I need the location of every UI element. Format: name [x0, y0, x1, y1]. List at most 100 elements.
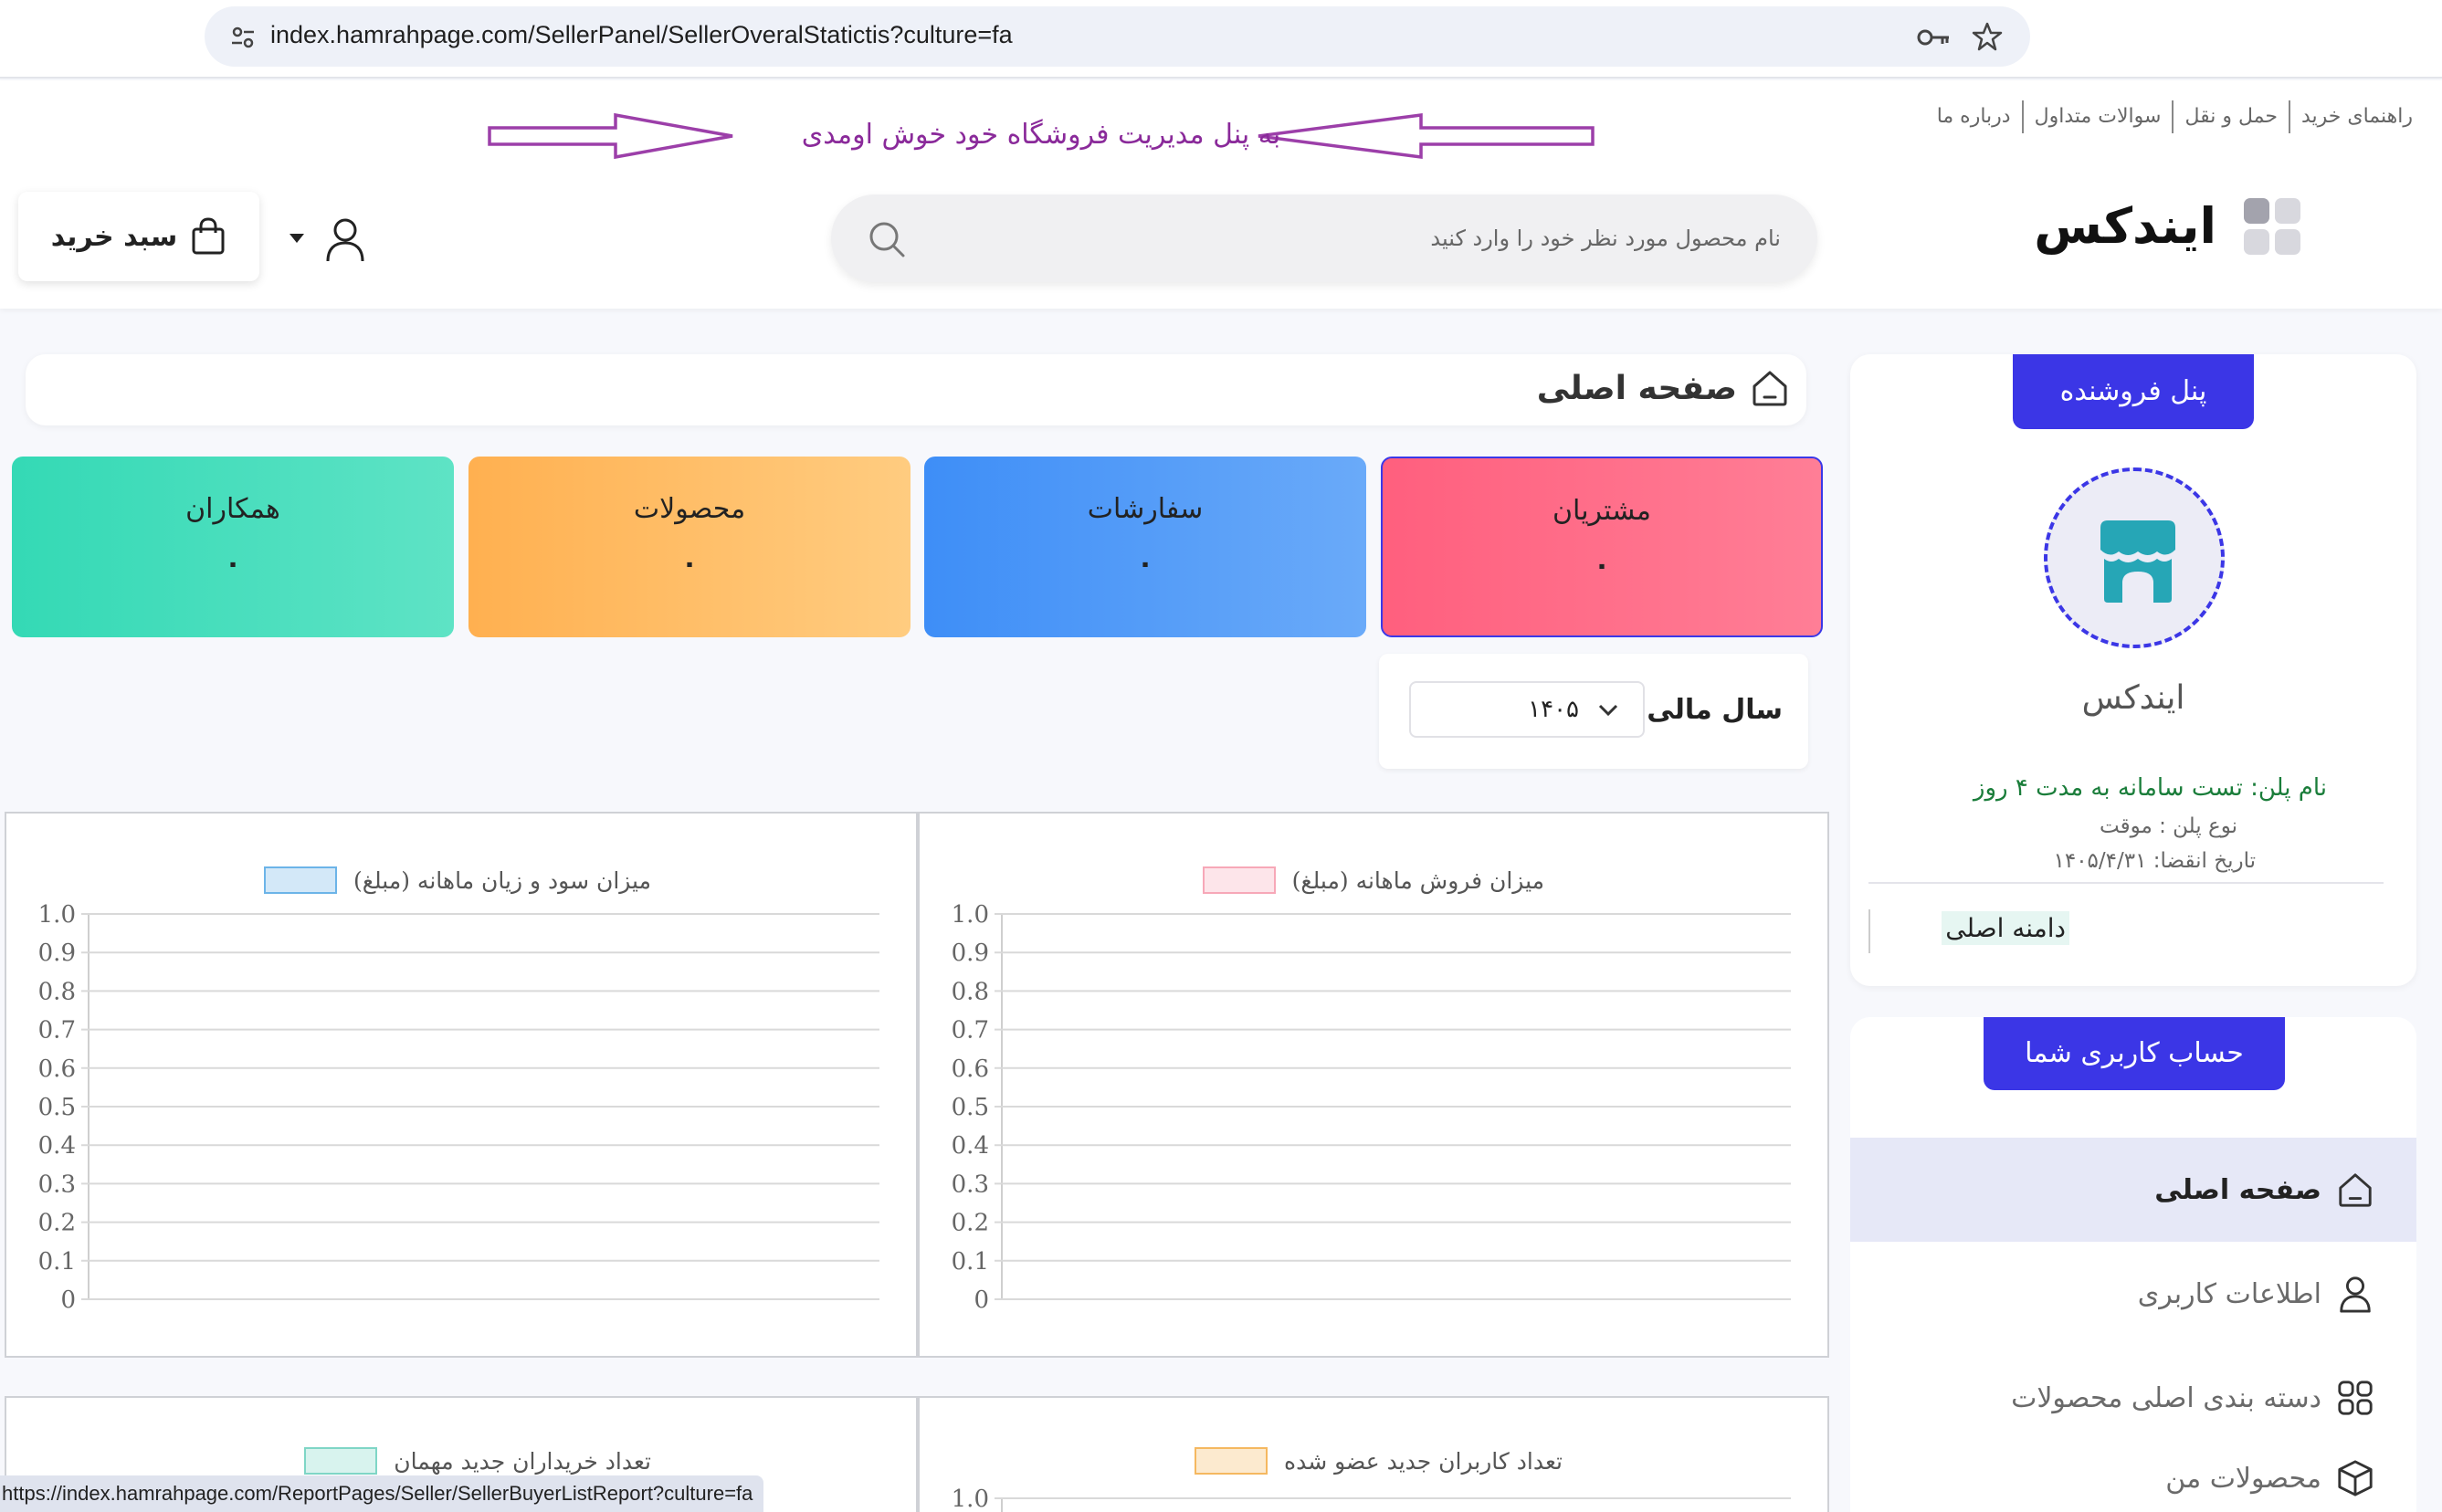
- stat-value: ۰: [224, 548, 242, 580]
- logo-text: ایندکس: [2034, 197, 2216, 255]
- url-text[interactable]: index.hamrahpage.com/SellerPanel/SellerO…: [270, 21, 1013, 49]
- plan-type: نوع پلن : موقت: [2100, 814, 2237, 838]
- stat-title: سفارشات: [1087, 493, 1204, 525]
- top-link-about[interactable]: درباره ما: [1926, 100, 2022, 133]
- plan-expire-date: تاریخ انقضا: ۱۴۰۵/۴/۳۱: [2053, 849, 2257, 873]
- chevron-down-icon: [1598, 704, 1618, 717]
- sidebar-item-home[interactable]: صفحه اصلی: [1850, 1138, 2416, 1242]
- page-title: صفحه اصلی: [1536, 369, 1737, 407]
- chart-monthly-profit: میزان سود و زیان ماهانه (مبلغ) 0 0.1 0.2 0.…: [5, 812, 918, 1358]
- address-bar[interactable]: index.hamrahpage.com/SellerPanel/SellerO…: [205, 6, 2030, 67]
- stat-title: محصولات: [633, 493, 746, 525]
- cart-label: سبد خرید: [50, 220, 178, 253]
- sidebar-item-my-products[interactable]: محصولات من: [1850, 1426, 2416, 1512]
- box-icon: [2338, 1460, 2373, 1496]
- seller-panel-card: پنل فروشنده ایندکس نام پلن: تست سامانه ب…: [1850, 354, 2416, 986]
- y-tick-label: 0.4: [952, 1132, 989, 1160]
- site-header: راهنمای خرید حمل و نقل سوالات متداول درب…: [0, 80, 2442, 309]
- link-status-bar: https://index.hamrahpage.com/ReportPages…: [0, 1475, 764, 1512]
- y-tick-label: 0.9: [38, 940, 76, 967]
- search-input[interactable]: [922, 194, 1781, 282]
- stat-card-partners[interactable]: همکاران ۰: [12, 457, 454, 637]
- logo-mark-icon: [2244, 197, 2300, 255]
- welcome-text: به پنل مدیریت فروشگاه خود خوش اومدی: [801, 119, 1281, 151]
- site-logo[interactable]: ایندکس: [2034, 197, 2300, 255]
- user-menu[interactable]: [288, 217, 370, 272]
- top-link-shipping[interactable]: حمل و نقل: [2172, 100, 2289, 133]
- home-icon: [2339, 1173, 2372, 1207]
- y-tick-label: 0.5: [952, 1094, 989, 1121]
- main-domain-link[interactable]: دامنه اصلی: [1942, 911, 2069, 945]
- shopping-bag-icon: [192, 217, 225, 255]
- user-icon[interactable]: [324, 217, 366, 263]
- caret-down-icon[interactable]: [288, 232, 306, 245]
- chart-plot: 1.0: [952, 1486, 1791, 1512]
- stat-card-orders[interactable]: سفارشات ۰: [924, 457, 1366, 637]
- chart-new-members: تعداد کاربران جدید عضو شده 1.0: [918, 1396, 1829, 1512]
- site-settings-icon[interactable]: [228, 23, 258, 52]
- top-link-faq[interactable]: سوالات متداول: [2021, 100, 2173, 133]
- fiscal-year-label: سال مالی:: [1636, 694, 1783, 726]
- stat-card-products[interactable]: محصولات ۰: [468, 457, 910, 637]
- home-icon: [1753, 371, 1787, 406]
- stat-value: ۰: [680, 548, 699, 580]
- sidebar-item-label: اطلاعات کاربری: [2137, 1277, 2321, 1310]
- bookmark-star-icon[interactable]: [1972, 21, 2003, 52]
- y-tick-label: 0.2: [952, 1210, 989, 1237]
- top-links: راهنمای خرید حمل و نقل سوالات متداول درب…: [1926, 100, 2424, 133]
- y-tick-label: 0.5: [38, 1094, 76, 1121]
- chart-plot: 0 0.1 0.2 0.3 0.4 0.5 0.6 0.7 0.8 0.9 1.0: [952, 901, 1791, 1314]
- search-icon[interactable]: [868, 220, 906, 258]
- y-tick-label: 1.0: [952, 1486, 989, 1512]
- store-name: ایندکس: [2081, 679, 2185, 717]
- stat-value: ۰: [1593, 550, 1611, 582]
- stat-title: همکاران: [185, 493, 280, 525]
- y-tick-label: 0: [974, 1286, 989, 1314]
- store-icon: [2100, 520, 2175, 603]
- y-tick-label: 0.7: [952, 1017, 989, 1045]
- cart-button[interactable]: سبد خرید: [18, 192, 259, 281]
- y-tick-label: 0.1: [952, 1248, 989, 1276]
- welcome-banner: به پنل مدیریت فروشگاه خود خوش اومدی: [484, 111, 1598, 163]
- fiscal-year-panel: سال مالی: ۱۴۰۵: [1379, 654, 1808, 769]
- y-tick-label: 0.1: [38, 1248, 76, 1276]
- account-label[interactable]: حساب کاربری شما: [1984, 1017, 2285, 1090]
- y-tick-label: 0.7: [38, 1017, 76, 1045]
- fiscal-year-value: ۱۴۰۵: [1528, 696, 1579, 723]
- sidebar-item-label: محصولات من: [2165, 1462, 2321, 1495]
- y-tick-label: 0.3: [952, 1171, 989, 1198]
- y-tick-label: 0.9: [952, 940, 989, 967]
- stat-value: ۰: [1136, 548, 1154, 580]
- browser-toolbar: index.hamrahpage.com/SellerPanel/SellerO…: [0, 0, 2442, 79]
- chart-plot: 0 0.1 0.2 0.3 0.4 0.5 0.6 0.7 0.8 0.9 1.0: [38, 901, 879, 1314]
- seller-panel-label[interactable]: پنل فروشنده: [2013, 354, 2254, 429]
- store-avatar[interactable]: [2044, 467, 2225, 648]
- account-menu-card: حساب کاربری شما صفحه اصلی اطلاعات کاربری…: [1850, 1017, 2416, 1512]
- y-tick-label: 1.0: [38, 901, 76, 929]
- y-tick-label: 0.6: [38, 1055, 76, 1083]
- grid-icon: [2338, 1381, 2373, 1415]
- top-link-buy-guide[interactable]: راهنمای خرید: [2288, 100, 2424, 133]
- y-tick-label: 0.8: [952, 978, 989, 1005]
- y-tick-label: 0.8: [38, 978, 76, 1005]
- user-icon: [2340, 1276, 2371, 1313]
- y-tick-label: 0.2: [38, 1210, 76, 1237]
- stat-card-customers[interactable]: مشتریان ۰: [1381, 457, 1823, 637]
- sidebar-item-user-info[interactable]: اطلاعات کاربری: [1850, 1242, 2416, 1346]
- sidebar-item-label: صفحه اصلی: [2154, 1173, 2321, 1206]
- y-tick-label: 0.3: [38, 1171, 76, 1198]
- fiscal-year-select[interactable]: ۱۴۰۵: [1409, 681, 1645, 738]
- chart-monthly-sales: میزان فروش ماهانه (مبلغ) 0 0.1 0.2 0.3 0.4 0.…: [918, 812, 1829, 1358]
- y-tick-label: 0.6: [952, 1055, 989, 1083]
- divider: [1868, 882, 2384, 884]
- y-tick-label: 0.4: [38, 1132, 76, 1160]
- password-key-icon[interactable]: [1915, 25, 1952, 50]
- stat-title: مشتریان: [1553, 495, 1651, 527]
- divider: [1868, 909, 1870, 953]
- breadcrumb: صفحه اصلی: [26, 354, 1806, 425]
- sidebar-item-label: دسته بندی اصلی محصولات: [2011, 1381, 2321, 1414]
- plan-name: نام پلن: تست سامانه به مدت ۴ روز: [1973, 774, 2327, 802]
- y-tick-label: 0: [60, 1286, 76, 1314]
- search-box: [831, 194, 1817, 282]
- y-tick-label: 1.0: [952, 901, 989, 929]
